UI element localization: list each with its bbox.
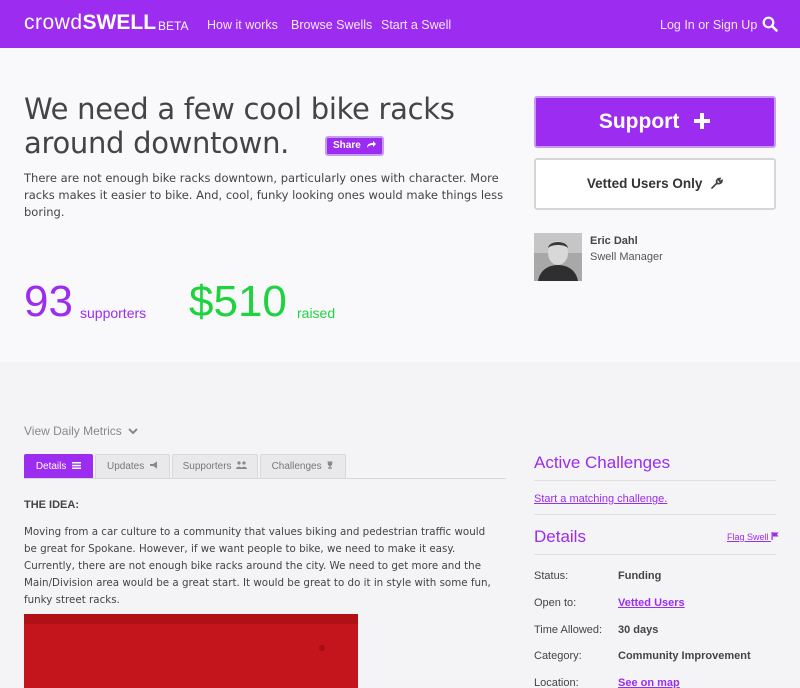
tab-supporters[interactable]: Supporters bbox=[172, 454, 258, 479]
share-label: Share bbox=[333, 140, 361, 151]
idea-heading: THE IDEA: bbox=[24, 499, 79, 511]
supporters-count: 93 bbox=[24, 277, 73, 326]
nav-start-a-swell[interactable]: Start a Swell bbox=[381, 18, 451, 32]
nav-how-it-works[interactable]: How it works bbox=[207, 18, 278, 32]
supporters-label: supporters bbox=[80, 305, 147, 321]
wrench-icon bbox=[711, 177, 724, 189]
detail-open-to-label: Open to: bbox=[534, 597, 577, 609]
login-signup-link[interactable]: Log In or Sign Up bbox=[660, 18, 757, 32]
idea-image bbox=[24, 614, 358, 688]
raised-label: raised bbox=[297, 305, 336, 321]
tab-challenges[interactable]: Challenges bbox=[260, 454, 346, 479]
avatar-photo bbox=[534, 233, 582, 281]
detail-location-value[interactable]: See on map bbox=[618, 677, 680, 688]
detail-category-value: Community Improvement bbox=[618, 650, 751, 662]
tab-details-label: Details bbox=[35, 461, 67, 472]
megaphone-icon bbox=[150, 461, 158, 469]
beta-label: BETA bbox=[158, 19, 189, 33]
vetted-users-button[interactable]: Vetted Users Only bbox=[534, 158, 776, 210]
view-daily-metrics-toggle[interactable]: View Daily Metrics bbox=[24, 424, 138, 438]
manager-avatar[interactable] bbox=[534, 233, 582, 281]
flag-icon bbox=[771, 532, 779, 540]
manager-name[interactable]: Eric Dahl bbox=[590, 235, 638, 247]
details-heading: Details bbox=[534, 527, 586, 546]
detail-status-label: Status: bbox=[534, 570, 569, 582]
crowdswell-logo[interactable]: crowdSWELL bbox=[24, 11, 156, 35]
vetted-label: Vetted Users Only bbox=[586, 176, 703, 191]
top-navbar: crowdSWELL BETA How it works Browse Swel… bbox=[0, 0, 800, 48]
detail-status-value: Funding bbox=[618, 570, 662, 582]
detail-open-to-value[interactable]: Vetted Users bbox=[618, 597, 685, 609]
details-divider bbox=[534, 554, 776, 555]
tab-updates-label: Updates bbox=[106, 461, 145, 472]
tab-challenges-label: Challenges bbox=[271, 461, 322, 472]
flag-label: Flag Swell bbox=[727, 532, 769, 542]
share-button[interactable]: Share bbox=[325, 136, 384, 156]
swell-description: There are not enough bike racks downtown… bbox=[24, 171, 504, 219]
trophy-icon bbox=[327, 461, 333, 469]
tab-supporters-label: Supporters bbox=[182, 461, 232, 472]
tab-updates[interactable]: Updates bbox=[95, 454, 170, 479]
support-label: Support bbox=[598, 110, 680, 133]
detail-location-label: Location: bbox=[534, 677, 579, 688]
tabs-underline bbox=[24, 478, 506, 479]
detail-time-allowed-value: 30 days bbox=[618, 624, 659, 636]
search-icon[interactable] bbox=[762, 16, 778, 32]
share-arrow-icon bbox=[366, 141, 376, 148]
users-icon bbox=[236, 461, 248, 469]
nav-browse-swells[interactable]: Browse Swells bbox=[291, 18, 372, 32]
tab-details[interactable]: Details bbox=[24, 454, 93, 479]
red-wall-photo bbox=[24, 614, 358, 688]
chevron-down-icon bbox=[128, 428, 138, 435]
plus-icon bbox=[694, 113, 711, 129]
detail-time-allowed-label: Time Allowed: bbox=[534, 624, 603, 636]
details-divider-top bbox=[534, 514, 776, 515]
idea-body: Moving from a car culture to a community… bbox=[24, 526, 491, 606]
list-icon bbox=[72, 462, 82, 469]
start-matching-challenge-link[interactable]: Start a matching challenge. bbox=[534, 493, 667, 505]
raised-amount: $510 bbox=[189, 277, 287, 326]
support-button[interactable]: Support bbox=[534, 96, 776, 148]
detail-category-label: Category: bbox=[534, 650, 582, 662]
challenges-divider bbox=[534, 480, 776, 481]
active-challenges-heading: Active Challenges bbox=[534, 453, 671, 472]
metrics-label: View Daily Metrics bbox=[24, 424, 122, 438]
manager-role: Swell Manager bbox=[590, 251, 663, 263]
swell-title: We need a few cool bike racks around dow… bbox=[24, 92, 455, 160]
flag-swell-link[interactable]: Flag Swell bbox=[727, 532, 779, 542]
